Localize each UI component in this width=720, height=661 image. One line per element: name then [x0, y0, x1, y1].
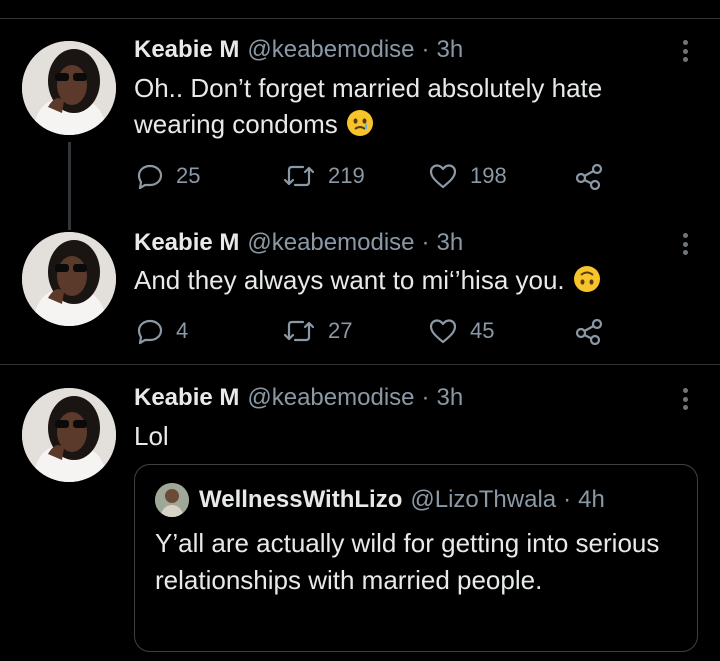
- crying-face-emoji: [346, 109, 374, 146]
- tweet-actions: 4 27 45: [134, 316, 654, 346]
- separator-dot: ·: [421, 384, 430, 411]
- author-handle[interactable]: @keabemodise: [247, 34, 414, 66]
- tweet-text: Lol: [134, 421, 169, 451]
- avatar[interactable]: [22, 41, 116, 135]
- quoted-author-name[interactable]: WellnessWithLizo: [199, 486, 402, 514]
- author-name[interactable]: Keabie M: [134, 382, 239, 414]
- reply-button[interactable]: 25: [136, 161, 200, 191]
- author-name[interactable]: Keabie M: [134, 227, 239, 259]
- tweet-text-content: And they always want to mi‘’hisa you.: [134, 265, 565, 295]
- reply-button[interactable]: 4: [136, 316, 188, 346]
- author-name[interactable]: Keabie M: [134, 34, 239, 66]
- retweet-button[interactable]: 27: [282, 316, 352, 346]
- timestamp[interactable]: 3h: [437, 34, 464, 66]
- retweet-icon: [283, 165, 315, 187]
- separator-dot: ·: [421, 36, 430, 63]
- tweet-text: Oh.. Don’t forget married absolutely hat…: [134, 70, 694, 146]
- like-button[interactable]: 198: [428, 161, 507, 191]
- reply-count: 25: [176, 163, 201, 188]
- retweet-icon: [283, 320, 315, 342]
- tweet-text: And they always want to mi‘’hisa you.: [134, 262, 694, 302]
- retweet-count: 27: [328, 318, 353, 343]
- quoted-tweet[interactable]: WellnessWithLizo @LizoThwala · 4h Y’all …: [134, 464, 698, 652]
- like-button[interactable]: 45: [428, 316, 494, 346]
- heart-icon: [429, 164, 457, 189]
- quoted-timestamp[interactable]: 4h: [578, 486, 605, 514]
- reply-count: 4: [176, 318, 189, 343]
- avatar[interactable]: [22, 232, 116, 326]
- author-handle[interactable]: @keabemodise: [247, 382, 414, 414]
- top-divider: [0, 18, 720, 19]
- like-count: 45: [470, 318, 495, 343]
- timestamp[interactable]: 3h: [437, 382, 464, 414]
- tweet-actions: 25 219 198: [134, 161, 654, 191]
- separator-dot: ·: [421, 229, 430, 256]
- retweet-count: 219: [328, 163, 365, 188]
- share-icon: [575, 163, 603, 190]
- like-count: 198: [470, 163, 507, 188]
- retweet-button[interactable]: 219: [282, 161, 365, 191]
- separator-dot: ·: [563, 486, 572, 513]
- more-icon[interactable]: [676, 229, 694, 259]
- quoted-avatar[interactable]: [155, 483, 189, 517]
- more-icon[interactable]: [676, 36, 694, 66]
- timestamp[interactable]: 3h: [437, 227, 464, 259]
- reply-icon: [137, 319, 163, 345]
- avatar[interactable]: [22, 388, 116, 482]
- thread-connector-line: [68, 142, 71, 230]
- share-button[interactable]: [574, 316, 604, 346]
- more-icon[interactable]: [676, 384, 694, 414]
- author-handle[interactable]: @keabemodise: [247, 227, 414, 259]
- share-button[interactable]: [574, 161, 604, 191]
- quoted-author-handle[interactable]: @LizoThwala: [410, 486, 556, 514]
- tweet-divider: [0, 364, 720, 365]
- tweet-timeline: Keabie M @keabemodise · 3h Oh.. Don’t fo…: [0, 0, 720, 661]
- share-icon: [575, 318, 603, 345]
- reply-icon: [137, 164, 163, 190]
- upside-down-face-emoji: [573, 265, 601, 302]
- quoted-tweet-text: Y’all are actually wild for getting into…: [155, 528, 660, 595]
- heart-icon: [429, 319, 457, 344]
